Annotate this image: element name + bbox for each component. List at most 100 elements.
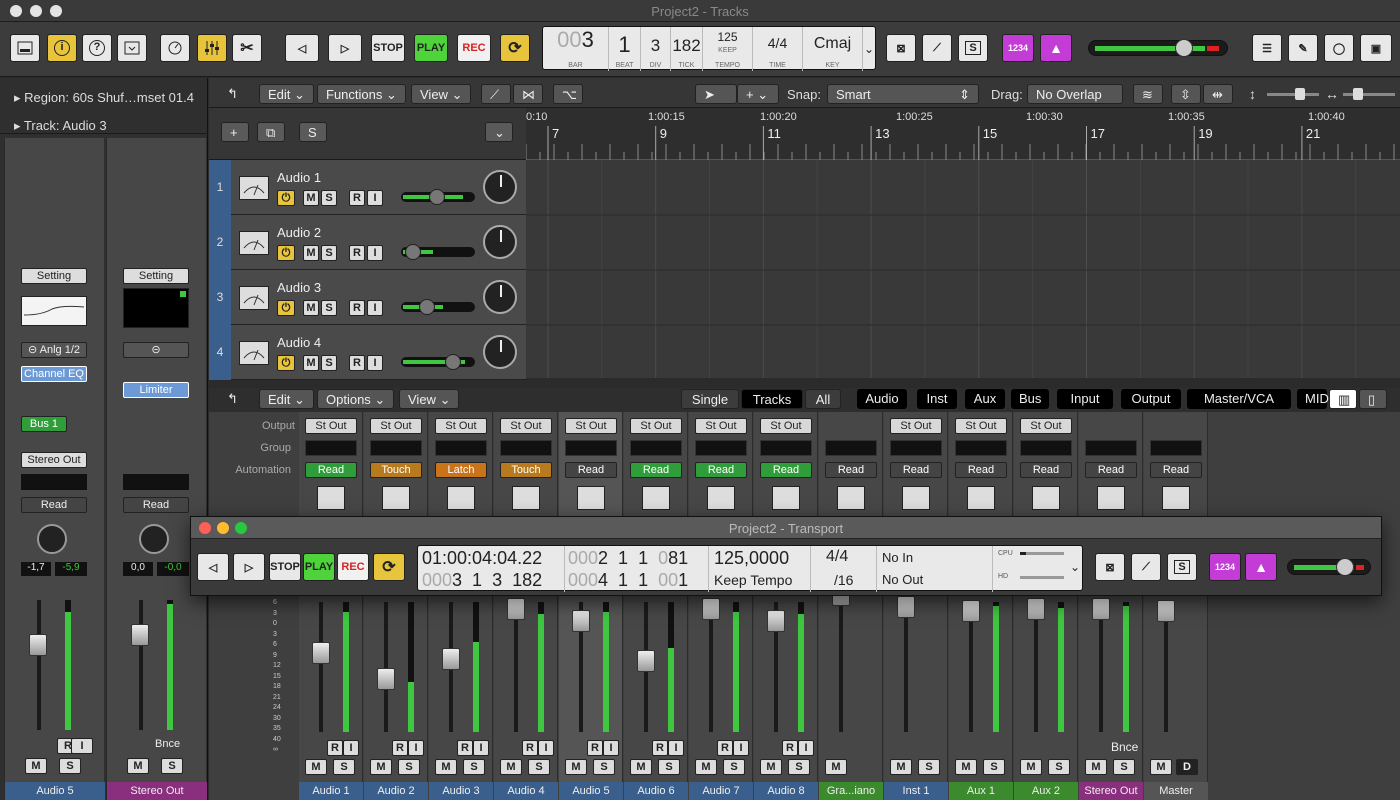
mixer-button[interactable]: [197, 34, 227, 62]
channel-volume-fader[interactable]: [1157, 600, 1175, 622]
volume-value[interactable]: 0,0: [123, 562, 153, 576]
channel-solo-button[interactable]: S: [528, 759, 550, 775]
channel-solo-button[interactable]: S: [1048, 759, 1070, 775]
track-input-monitor-button[interactable]: I: [367, 190, 383, 206]
track-pan-knob[interactable]: [483, 335, 517, 369]
transport-cycle-button[interactable]: ⟳: [373, 553, 405, 581]
automation-icon[interactable]: ⟋: [481, 84, 511, 104]
track-volume-slider[interactable]: [401, 244, 475, 260]
channel-group[interactable]: [1020, 440, 1072, 456]
channel-mute-button[interactable]: M: [1085, 759, 1107, 775]
track-record-button[interactable]: R: [349, 190, 365, 206]
channel-automation[interactable]: Read: [565, 462, 617, 478]
track-volume-slider[interactable]: [401, 189, 475, 205]
channel-volume-fader[interactable]: [897, 596, 915, 618]
forward-button[interactable]: ▷: [328, 34, 362, 62]
transport-solo-button[interactable]: S: [1167, 553, 1197, 581]
view-menu[interactable]: View ⌄: [411, 84, 472, 104]
play-button[interactable]: PLAY: [414, 34, 448, 62]
track-volume-slider[interactable]: [401, 354, 475, 370]
transport-metronome-button[interactable]: ▲: [1245, 553, 1277, 581]
metronome-button[interactable]: ▲: [1040, 34, 1072, 62]
track-pan-knob[interactable]: [483, 170, 517, 204]
stop-button[interactable]: STOP: [371, 34, 405, 62]
rewind-button[interactable]: ◁: [285, 34, 319, 62]
channel-name[interactable]: Stereo Out: [107, 782, 207, 800]
duplicate-track-button[interactable]: ⧉: [257, 122, 285, 142]
channel-automation[interactable]: Read: [695, 462, 747, 478]
channel-record-button[interactable]: R: [717, 740, 733, 756]
channel-solo-button[interactable]: S: [658, 759, 680, 775]
power-icon[interactable]: ⏻: [277, 300, 295, 316]
track-pan-knob[interactable]: [483, 280, 517, 314]
division[interactable]: /16: [834, 572, 853, 588]
track-input-monitor-button[interactable]: I: [367, 300, 383, 316]
track-name[interactable]: Audio 1: [277, 170, 321, 185]
channel-mute-button[interactable]: M: [1150, 759, 1172, 775]
channel-group[interactable]: [1150, 440, 1202, 456]
channel-output[interactable]: St Out: [370, 418, 422, 434]
channel-mute-button[interactable]: M: [760, 759, 782, 775]
channel-name[interactable]: Audio 4: [494, 782, 558, 800]
channel-group[interactable]: [435, 440, 487, 456]
channel-solo-button[interactable]: S: [593, 759, 615, 775]
power-icon[interactable]: ⏻: [277, 355, 295, 371]
channel-mute-button[interactable]: M: [1020, 759, 1042, 775]
channel-record-button[interactable]: R: [457, 740, 473, 756]
track-record-button[interactable]: R: [349, 300, 365, 316]
track-pan-knob[interactable]: [483, 225, 517, 259]
track-header[interactable]: 2 Audio 2 ⏻ M S R I: [209, 215, 526, 270]
channel-volume-fader[interactable]: [1092, 598, 1110, 620]
track-name[interactable]: Audio 4: [277, 335, 321, 350]
bounce-button[interactable]: Bnce: [155, 738, 191, 754]
channel-volume-fader[interactable]: [962, 600, 980, 622]
output-button[interactable]: Stereo Out: [21, 452, 87, 468]
transport-record-button[interactable]: REC: [337, 553, 369, 581]
channel-automation[interactable]: Read: [955, 462, 1007, 478]
channel-group[interactable]: [1085, 440, 1137, 456]
channel-automation[interactable]: Read: [890, 462, 942, 478]
channel-output[interactable]: St Out: [760, 418, 812, 434]
library-button[interactable]: [10, 34, 40, 62]
channel-group[interactable]: [630, 440, 682, 456]
channel-name[interactable]: Master: [1144, 782, 1208, 800]
transport-tuner-button[interactable]: ⟋: [1131, 553, 1161, 581]
group-slot[interactable]: [21, 474, 87, 490]
channel-output[interactable]: St Out: [955, 418, 1007, 434]
track-mute-button[interactable]: M: [303, 190, 319, 206]
smart-controls-button[interactable]: [160, 34, 190, 62]
channel-input-monitor-button[interactable]: I: [603, 740, 619, 756]
track-header[interactable]: 1 Audio 1 ⏻ M S R I: [209, 160, 526, 215]
channel-name[interactable]: Aux 2: [1014, 782, 1078, 800]
inspector-button[interactable]: i: [47, 34, 77, 62]
channel-volume-fader[interactable]: [507, 598, 525, 620]
channel-name[interactable]: Audio 5: [559, 782, 623, 800]
browsers-button[interactable]: ▣: [1360, 34, 1392, 62]
waveform-icon[interactable]: ≋: [1133, 84, 1163, 104]
channel-input-monitor-button[interactable]: I: [733, 740, 749, 756]
dim-button[interactable]: D: [1176, 759, 1198, 775]
track-header[interactable]: 3 Audio 3 ⏻ M S R I: [209, 270, 526, 325]
channel-name[interactable]: Audio 3: [429, 782, 493, 800]
transport-lcd[interactable]: 01:00:04:04.22 0003 1 3 182 0002 1 1 081…: [417, 545, 1083, 592]
arrange-area[interactable]: 0:10 1:00:15 1:00:20 1:00:25 1:00:30 1:00:35 1…: [525, 108, 1400, 378]
back-icon[interactable]: ↰: [219, 84, 247, 104]
channel-mute-button[interactable]: M: [825, 759, 847, 775]
channel-volume-fader[interactable]: [442, 648, 460, 670]
channel-volume-fader[interactable]: [767, 610, 785, 632]
filter-master-vca[interactable]: Master/VCA: [1187, 389, 1291, 409]
channel-record-button[interactable]: R: [587, 740, 603, 756]
channel-output[interactable]: St Out: [630, 418, 682, 434]
editors-button[interactable]: ✂: [232, 34, 262, 62]
channel-volume-fader[interactable]: [572, 610, 590, 632]
channel-record-button[interactable]: R: [782, 740, 798, 756]
track-record-button[interactable]: R: [349, 355, 365, 371]
channel-name[interactable]: Inst 1: [884, 782, 948, 800]
channel-mute-button[interactable]: M: [565, 759, 587, 775]
tab-tracks[interactable]: Tracks: [741, 389, 803, 409]
track-mute-button[interactable]: M: [303, 355, 319, 371]
wide-channels-icon[interactable]: ▥: [1329, 389, 1357, 409]
filter-output[interactable]: Output: [1121, 389, 1181, 409]
channel-volume-fader[interactable]: [637, 650, 655, 672]
mixer-options-menu[interactable]: Options ⌄: [317, 389, 395, 409]
